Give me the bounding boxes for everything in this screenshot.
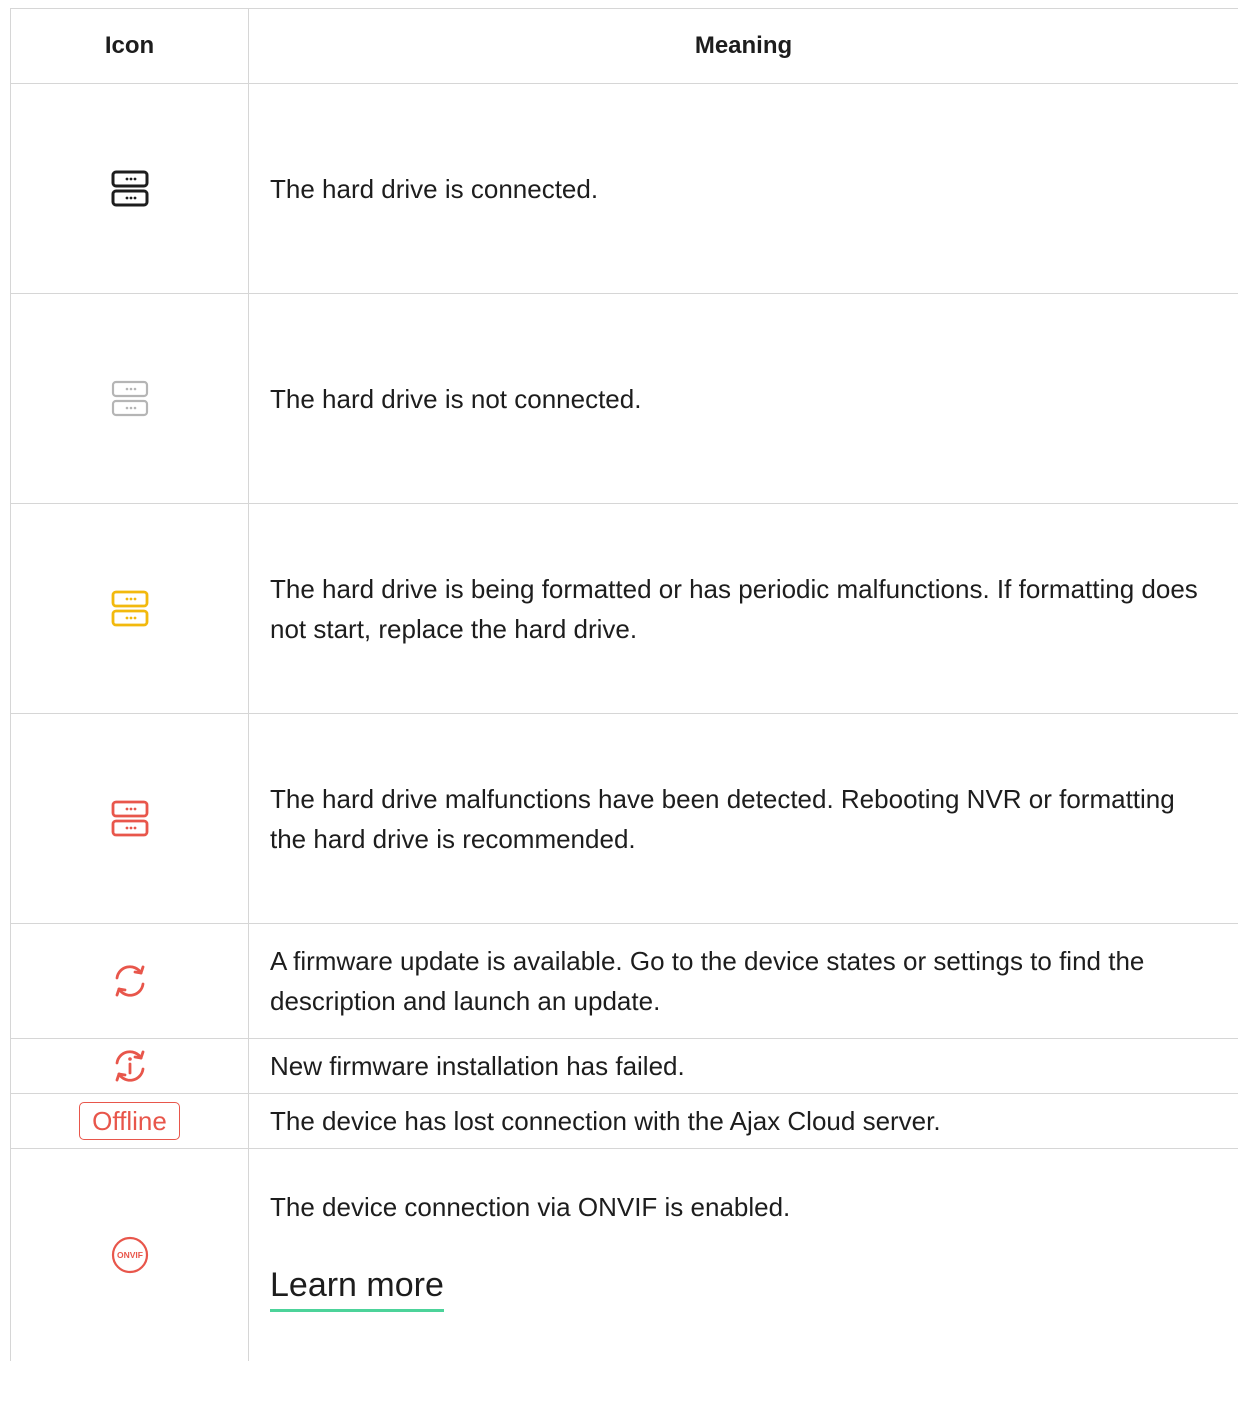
table-row: The hard drive is being formatted or has… [10,503,1238,714]
table-row: The hard drive is connected. [10,83,1238,294]
icon-meaning-table: Icon Meaning The hard drive is connected… [10,8,1238,1361]
firmware-update-icon [115,965,144,997]
header-icon: Icon [10,8,249,84]
table-row: The hard drive malfunctions have been de… [10,713,1238,924]
table-row: A firmware update is available. Go to th… [10,923,1238,1039]
learn-more-link[interactable]: Learn more [270,1263,444,1312]
hdd-malfunction-icon [111,800,148,836]
meaning-text: A firmware update is available. Go to th… [248,923,1238,1039]
meaning-text: New firmware installation has failed. [248,1038,1238,1094]
meaning-text: The hard drive is connected. [248,83,1238,294]
meaning-text: The hard drive malfunctions have been de… [248,713,1238,924]
meaning-text: The device has lost connection with the … [248,1093,1238,1149]
meaning-text: The hard drive is being formatted or has… [248,503,1238,714]
hdd-not-connected-icon [111,380,148,416]
meaning-text: The hard drive is not connected. [248,293,1238,504]
hdd-formatting-icon [111,590,148,626]
header-meaning: Meaning [248,8,1238,84]
offline-badge: Offline [79,1102,180,1140]
table-row: Offline The device has lost connection w… [10,1093,1238,1149]
onvif-label: ONVIF [117,1250,143,1260]
hdd-connected-icon [111,170,148,206]
meaning-text: The device connection via ONVIF is enabl… [270,1191,791,1222]
table-row: The hard drive is not connected. [10,293,1238,504]
firmware-failed-icon [115,1050,144,1082]
table-row: ONVIF The device connection via ONVIF is… [10,1148,1238,1361]
table-row: New firmware installation has failed. [10,1038,1238,1094]
onvif-icon: ONVIF [111,1236,148,1274]
